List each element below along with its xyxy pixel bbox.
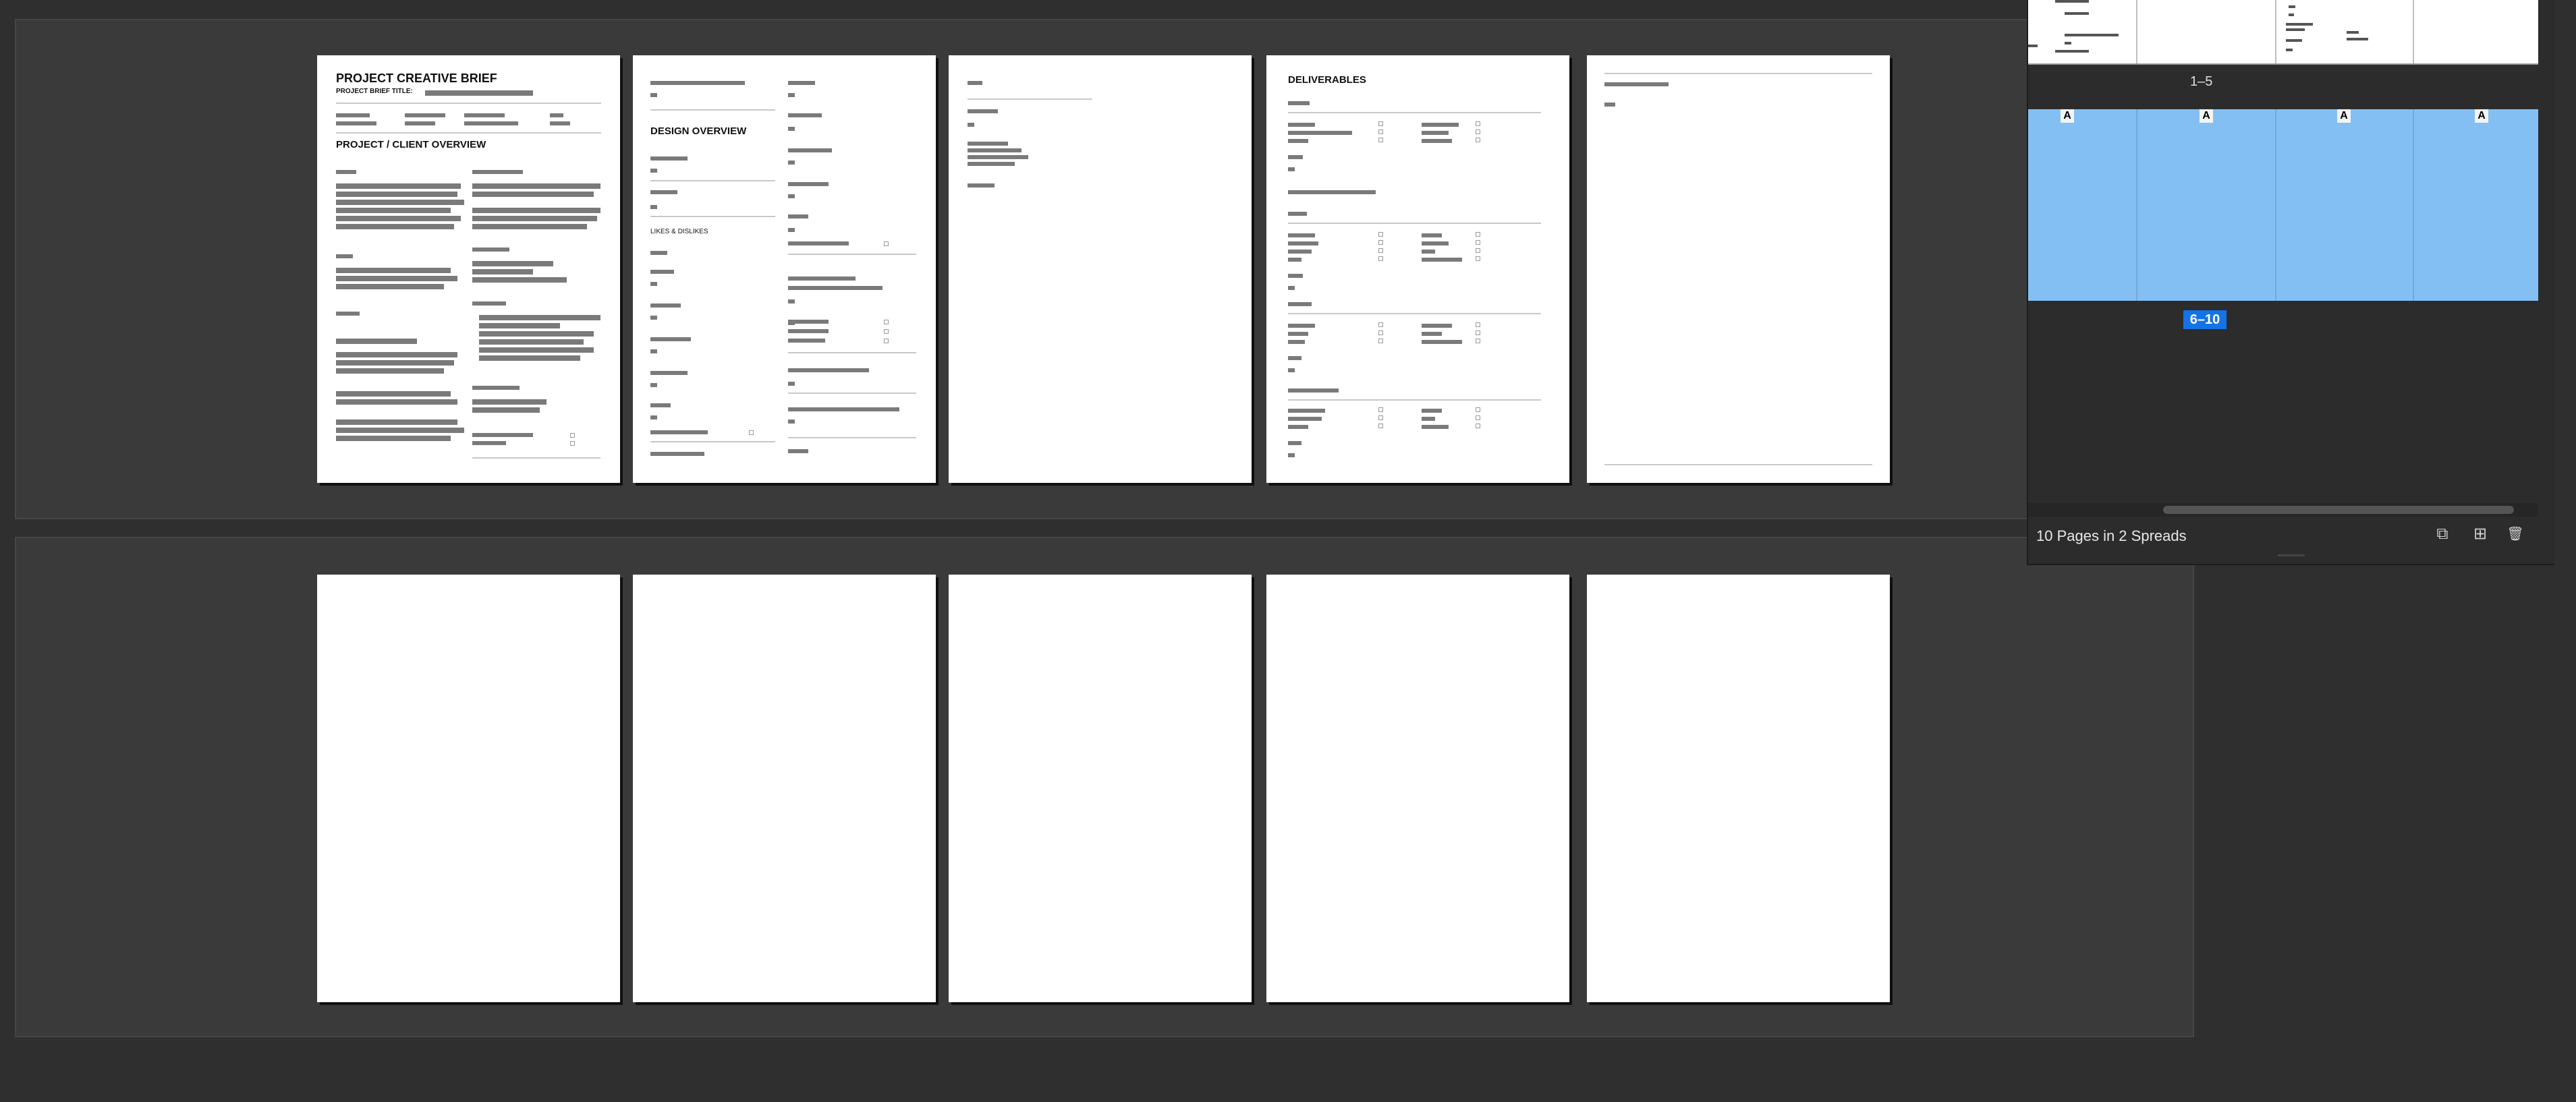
page-10[interactable] xyxy=(1587,575,1890,1002)
page-5[interactable] xyxy=(1587,55,1890,483)
master-letter: A xyxy=(2475,109,2488,123)
pages-panel: 1–5 A A A A 6–10 10 Pages in 2 Spreads ⧉… xyxy=(2027,0,2554,565)
spread-1-label[interactable]: 1–5 xyxy=(2190,74,2212,90)
page-2[interactable]: DESIGN OVERVIEW LIKES & DISLIKES xyxy=(633,55,936,483)
delete-page-icon[interactable]: 🗑 xyxy=(2503,525,2527,544)
panel-footer: 10 Pages in 2 Spreads ⧉ ⊞ 🗑 xyxy=(2028,519,2554,549)
page-9[interactable] xyxy=(1266,575,1569,1002)
page-7[interactable] xyxy=(633,575,936,1002)
page-8[interactable] xyxy=(949,575,1252,1002)
page-section-heading: DELIVERABLES xyxy=(1288,74,1366,86)
spread-2-label[interactable]: 6–10 xyxy=(2183,310,2227,329)
page-title: PROJECT CREATIVE BRIEF xyxy=(336,71,497,85)
page-1[interactable]: PROJECT CREATIVE BRIEF PROJECT BRIEF TIT… xyxy=(317,55,620,483)
edit-page-size-icon[interactable]: ⧉ xyxy=(2430,525,2455,544)
master-letter: A xyxy=(2337,109,2351,123)
spread-1-thumbnails[interactable] xyxy=(2028,0,2538,65)
panel-horizontal-scrollbar[interactable] xyxy=(2028,503,2538,517)
page-subtitle: PROJECT BRIEF TITLE: xyxy=(336,88,413,95)
page-6[interactable] xyxy=(317,575,620,1002)
master-letter: A xyxy=(2200,109,2213,123)
pages-summary: 10 Pages in 2 Spreads xyxy=(2036,527,2187,544)
page-section-heading: PROJECT / CLIENT OVERVIEW xyxy=(336,139,486,150)
scrollbar-thumb[interactable] xyxy=(2163,506,2514,514)
page-4[interactable]: DELIVERABLES xyxy=(1266,55,1569,483)
page-section-heading: DESIGN OVERVIEW xyxy=(650,125,747,137)
new-page-icon[interactable]: ⊞ xyxy=(2468,525,2492,544)
page-subsection-heading: LIKES & DISLIKES xyxy=(650,228,708,235)
page-3[interactable] xyxy=(949,55,1252,483)
master-letter: A xyxy=(2061,109,2074,123)
spread-2-thumbnails[interactable]: A A A A xyxy=(2028,109,2538,301)
panel-resize-grip[interactable] xyxy=(2278,554,2305,556)
